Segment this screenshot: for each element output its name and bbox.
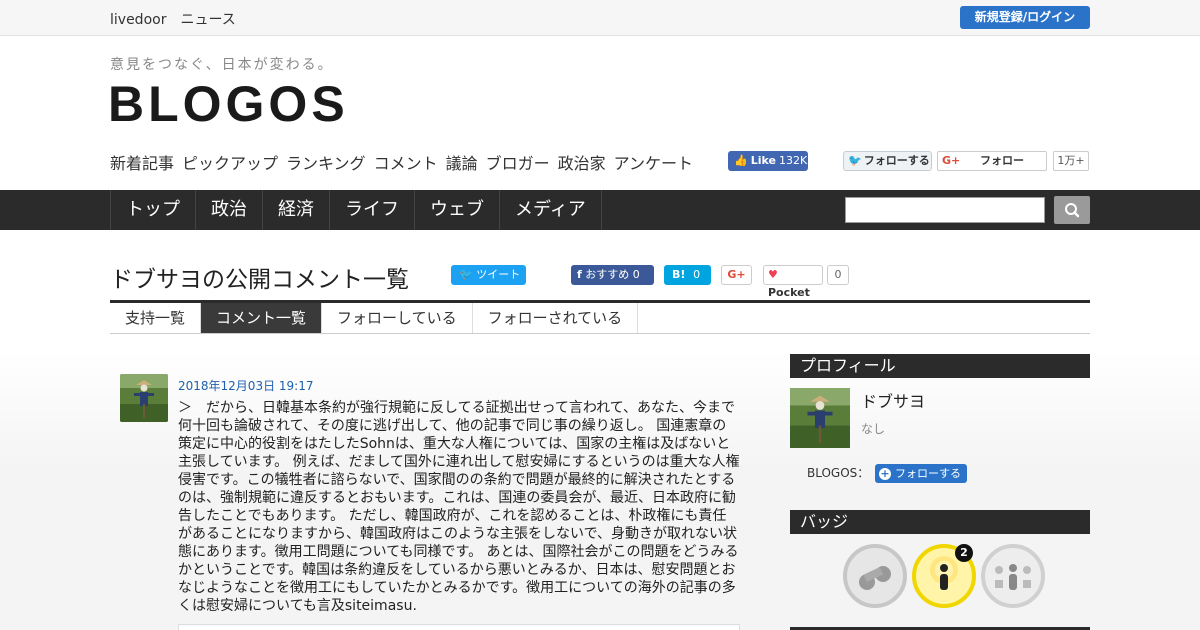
nav-item-debate[interactable]: 議論 [446, 150, 478, 174]
category-life[interactable]: ライフ [330, 190, 415, 230]
top-bar: livedoor ニュース 新規登録/ログイン [0, 0, 1200, 36]
nav-item-ranking[interactable]: ランキング [286, 150, 366, 174]
fb-like-count: 132K [778, 154, 808, 167]
gplus-follow-label: フォロー [980, 154, 1024, 167]
profile-heading: プロフィール [790, 354, 1090, 378]
pocket-label: Pocket [768, 286, 810, 299]
category-top[interactable]: トップ [111, 190, 196, 230]
profile-subtitle: なし [861, 422, 886, 436]
pocket-button[interactable]: ♥ Pocket [763, 265, 823, 299]
gplus-follow-count: 1万+ [1053, 151, 1089, 171]
pocket-icon: ♥ [768, 268, 778, 281]
blogos-logo[interactable]: BLOGOS [108, 76, 349, 132]
fb-recommend-count: 0 [632, 268, 640, 281]
fb-like-label: Like [750, 154, 776, 167]
category-politics[interactable]: 政治 [196, 190, 263, 230]
social-person-icon [995, 564, 1031, 590]
scarecrow-avatar-image [120, 374, 168, 422]
facebook-recommend-button[interactable]: f おすすめ 0 [571, 265, 654, 285]
profile-name: ドブサヨ [861, 392, 926, 411]
twitter-bird-icon: 🐦 [459, 268, 473, 281]
comment-article-box[interactable] [178, 624, 740, 630]
badge-heading: バッジ [790, 510, 1090, 534]
global-nav: 新着記事 ピックアップ ランキング コメント 議論 ブロガー 政治家 アンケート [110, 150, 693, 174]
tab-followers[interactable]: フォローされている [472, 303, 639, 333]
comment-date[interactable]: 2018年12月03日 19:17 [178, 377, 313, 394]
tab-comments[interactable]: コメント一覧 [201, 303, 323, 333]
category-economy[interactable]: 経済 [263, 190, 330, 230]
site-tagline: 意見をつなぐ、日本が変わる。 [110, 57, 334, 73]
twitter-bird-icon: 🐦 [848, 154, 862, 167]
plus-icon: + [879, 467, 891, 480]
category-web[interactable]: ウェブ [415, 190, 500, 230]
search-button[interactable] [1054, 196, 1090, 224]
fb-recommend-label: おすすめ [585, 268, 630, 281]
profile-follow-label: フォローする [895, 467, 961, 480]
hatena-count: 0 [693, 268, 701, 281]
thumbs-up-icon: 👍 [734, 154, 748, 167]
page-title: ドブサヨの公開コメント一覧 [110, 267, 409, 293]
livedoor-news-link[interactable]: livedoor ニュース [110, 9, 236, 29]
twitter-follow-button[interactable]: 🐦 フォローする [843, 151, 932, 171]
facebook-icon: f [577, 268, 582, 281]
tweet-button[interactable]: 🐦 ツイート [451, 265, 526, 285]
profile-follow-button[interactable]: + フォローする [875, 464, 967, 483]
blogos-follow-label: BLOGOS： [807, 466, 870, 480]
tweet-label: ツイート [476, 268, 521, 281]
category-media[interactable]: メディア [500, 190, 602, 230]
pocket-count: 0 [827, 265, 849, 285]
facebook-like-button[interactable]: 👍 Like 132K [728, 151, 808, 171]
social-badge[interactable] [981, 544, 1045, 608]
search-icon [1065, 203, 1080, 218]
comment-body: ＞ だから、日韓基本条約が強行規範に反してる証拠出せって言われて、あなた、今まで… [178, 400, 740, 614]
gplus-share-button[interactable]: G+ [721, 265, 752, 285]
search-input[interactable] [845, 197, 1045, 223]
profile-avatar [790, 388, 850, 448]
hatena-bookmark-button[interactable]: B! 0 [664, 265, 711, 285]
signup-login-button[interactable]: 新規登録/ログイン [960, 6, 1090, 29]
binoculars-badge[interactable] [843, 544, 907, 608]
tab-supports[interactable]: 支持一覧 [110, 303, 202, 333]
nav-item-pickup[interactable]: ピックアップ [182, 150, 278, 174]
twitter-follow-label: フォローする [863, 154, 930, 167]
binoculars-icon [859, 566, 891, 590]
gplus-icon: G+ [942, 154, 961, 167]
tab-following[interactable]: フォローしている [322, 303, 473, 333]
hatena-label: B! [672, 268, 686, 281]
profile-tabs: 支持一覧 コメント一覧 フォローしている フォローされている [110, 303, 1090, 334]
nav-item-survey[interactable]: アンケート [614, 150, 693, 174]
nav-item-politicians[interactable]: 政治家 [558, 150, 606, 174]
badge-count: 2 [955, 544, 973, 562]
gplus-follow-button[interactable]: G+ フォロー [937, 151, 1047, 171]
scarecrow-avatar-image [790, 388, 850, 448]
nav-item-new-articles[interactable]: 新着記事 [110, 150, 174, 174]
category-nav: トップ 政治 経済 ライフ ウェブ メディア [0, 190, 1200, 230]
nav-item-bloggers[interactable]: ブロガー [486, 150, 550, 174]
comment-avatar[interactable] [120, 374, 168, 422]
nav-item-comments[interactable]: コメント [374, 150, 438, 174]
